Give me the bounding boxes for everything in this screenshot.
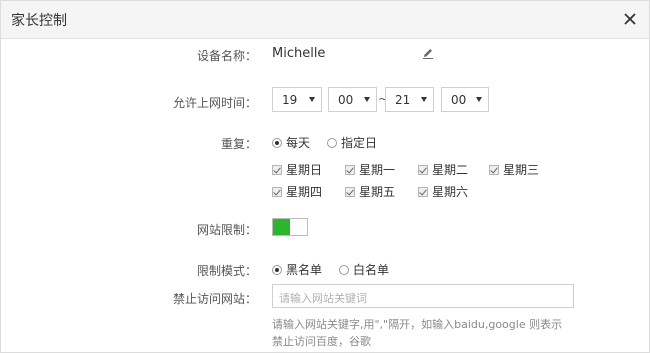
parental-control-dialog: 家长控制 设备名称： Michelle 允许上网时间： 19 00 ~ 21 0… [0,0,650,353]
repeat-label: 重复： [220,137,257,151]
chevron-down-icon [364,97,370,102]
blocked-sites-hint: 请输入网站关键字,用","隔开，如输入baidu,google 则表示禁止访问百… [272,318,563,348]
close-icon[interactable] [621,10,639,28]
day-label: 星期五 [359,185,396,199]
radio-unselected-icon [339,264,349,275]
mode-option-label: 白名单 [353,263,390,277]
blocked-sites-label: 禁止访问网站： [172,292,257,306]
day-label: 星期四 [286,185,323,199]
device-name-label: 设备名称： [196,49,257,63]
day-label: 星期二 [432,163,469,177]
checkbox-checked-icon [345,164,355,175]
radio-unselected-icon [327,137,337,148]
blocked-sites-input[interactable]: 请输入网站关键词 [272,284,574,308]
mode-option-blacklist[interactable]: 黑名单 [272,261,322,278]
day-label: 星期六 [432,185,469,199]
end-minute-value: 00 [451,93,467,107]
dialog-titlebar: 家长控制 [1,1,649,39]
repeat-option-specific-days[interactable]: 指定日 [327,134,377,151]
checkbox-checked-icon [418,186,428,197]
day-checkbox-tuesday[interactable]: 星期二 [418,161,468,178]
device-name-value: Michelle [272,46,326,61]
start-hour-select[interactable]: 19 [272,87,322,112]
end-hour-value: 21 [395,93,411,107]
start-minute-value: 00 [338,93,354,107]
chevron-down-icon [309,97,315,102]
day-checkbox-friday[interactable]: 星期五 [345,183,395,200]
site-limit-toggle[interactable] [272,218,308,236]
day-label: 星期一 [359,163,396,177]
dialog-title: 家长控制 [11,13,67,29]
repeat-option-label: 指定日 [341,136,378,150]
day-label: 星期日 [286,163,323,177]
day-checkbox-monday[interactable]: 星期一 [345,161,395,178]
repeat-option-everyday[interactable]: 每天 [272,134,310,151]
day-checkbox-sunday[interactable]: 星期日 [272,161,322,178]
day-checkbox-wednesday[interactable]: 星期三 [489,161,539,178]
chevron-down-icon [421,97,427,102]
checkbox-checked-icon [345,186,355,197]
site-limit-label: 网站限制： [196,223,257,237]
checkbox-checked-icon [489,164,499,175]
end-hour-select[interactable]: 21 [385,87,434,112]
radio-selected-icon [272,264,282,275]
day-label: 星期三 [503,163,540,177]
mode-option-label: 黑名单 [286,263,323,277]
restriction-mode-label: 限制模式： [196,264,257,278]
edit-pencil-icon[interactable] [421,46,435,60]
toggle-on-indicator [273,219,290,235]
start-hour-value: 19 [282,93,298,107]
checkbox-checked-icon [272,186,282,197]
chevron-down-icon [476,97,482,102]
day-checkbox-thursday[interactable]: 星期四 [272,183,322,200]
checkbox-checked-icon [418,164,428,175]
mode-option-whitelist[interactable]: 白名单 [339,261,389,278]
day-checkbox-saturday[interactable]: 星期六 [418,183,468,200]
radio-selected-icon [272,137,282,148]
start-minute-select[interactable]: 00 [328,87,377,112]
checkbox-checked-icon [272,164,282,175]
end-minute-select[interactable]: 00 [441,87,489,112]
allowed-time-label: 允许上网时间： [172,96,257,110]
repeat-option-label: 每天 [286,136,311,150]
